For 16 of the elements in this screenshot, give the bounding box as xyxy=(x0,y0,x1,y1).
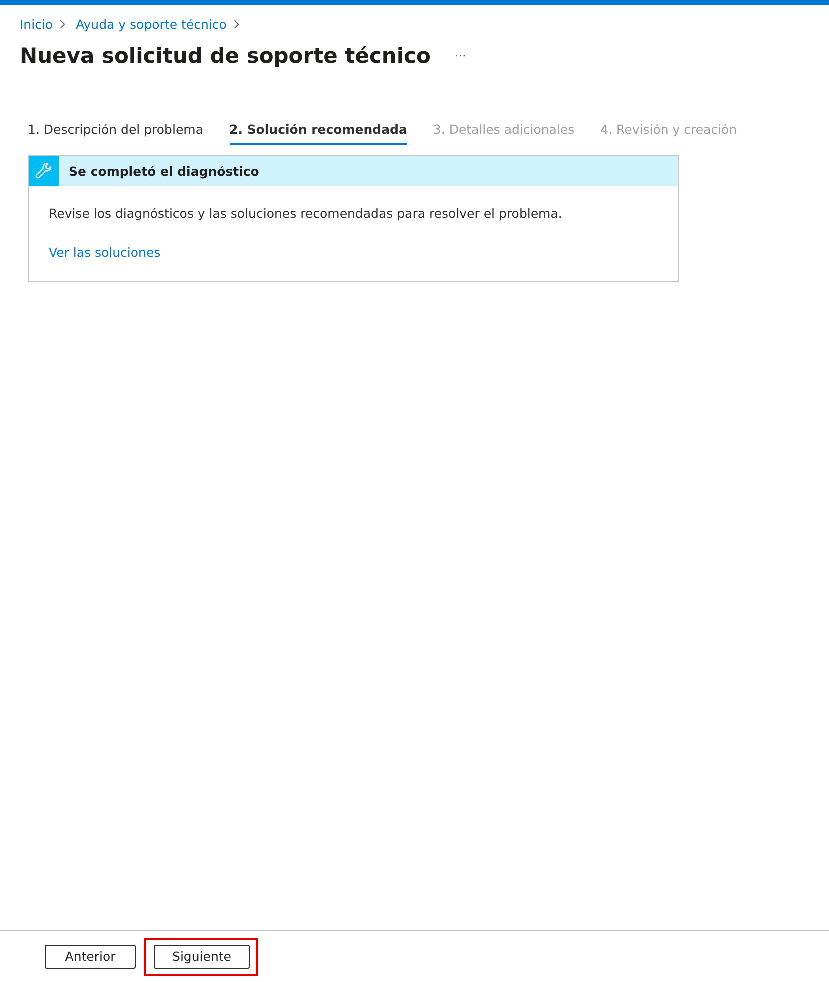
step-label: 3. Detalles adicionales xyxy=(433,122,575,139)
card-title: Se completó el diagnóstico xyxy=(69,164,260,178)
breadcrumb-link[interactable]: Inicio xyxy=(20,16,54,32)
footer-button[interactable]: Siguiente xyxy=(154,944,250,968)
step-tab[interactable]: 2. Solución recomendada xyxy=(230,122,408,145)
chevron-icon xyxy=(59,18,66,30)
step-label: 4. Revisión y creación xyxy=(600,122,738,139)
footer-button[interactable]: Anterior xyxy=(45,944,136,968)
chevron-icon xyxy=(232,18,240,30)
solutions-link[interactable]: Ver las soluciones xyxy=(49,245,161,260)
page-title: Nueva solicitud de soporte técnico xyxy=(20,44,431,68)
more-menu-button[interactable]: ··· xyxy=(454,49,466,63)
card-message: Revise los diagnósticos y las soluciones recomendadas para resolver el problema. xyxy=(49,206,564,221)
wrench-icon xyxy=(29,156,59,186)
step-tab[interactable]: 1. Descripción del problema xyxy=(28,122,204,145)
breadcrumb-link[interactable]: Ayuda y soporte técnico xyxy=(76,16,227,32)
